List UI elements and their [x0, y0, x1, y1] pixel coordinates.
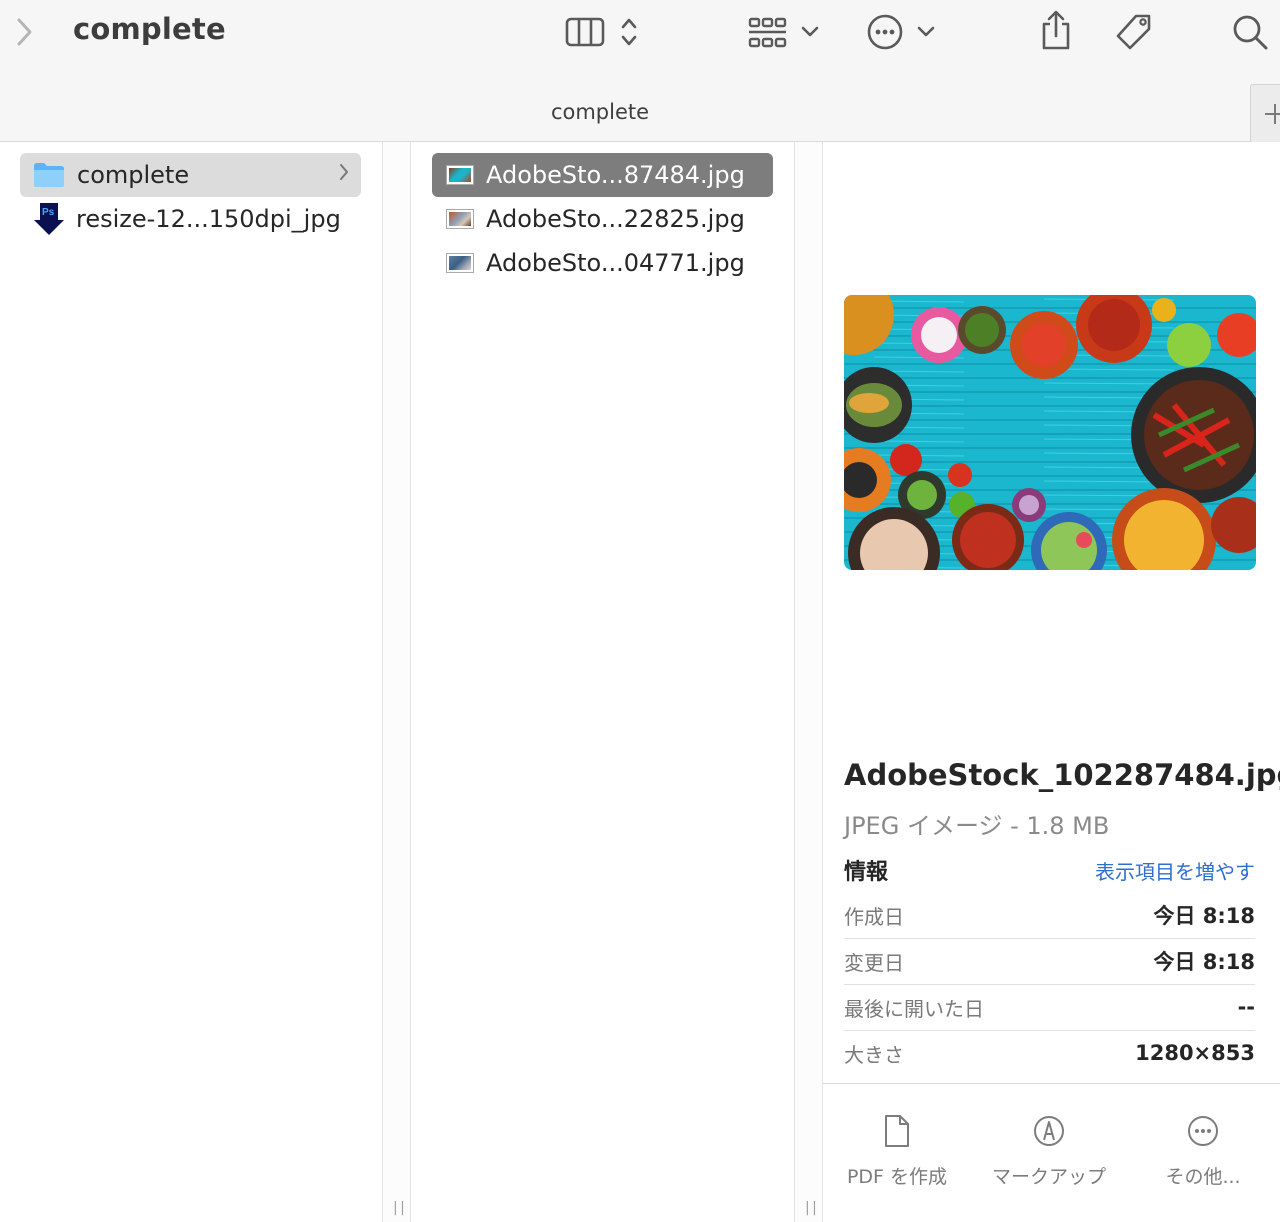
markup-pen-icon — [1034, 1116, 1064, 1146]
column-1: complete Ps resize-12...150dpi_jpg — [0, 142, 382, 1222]
show-more-link[interactable]: 表示項目を増やす — [1095, 856, 1255, 885]
file-name: AdobeSto...04771.jpg — [486, 249, 745, 277]
list-item-label: complete — [77, 161, 190, 189]
svg-text:Ps: Ps — [42, 207, 55, 218]
info-value: 今日 8:18 — [1153, 950, 1255, 974]
photoshop-droplet-icon: Ps — [34, 203, 64, 235]
window-title: complete — [73, 12, 226, 46]
info-row-created: 作成日 今日 8:18 — [844, 892, 1255, 938]
preview-filename: AdobeStock_102287484.jpg — [844, 758, 1280, 792]
image-thumbnail-icon — [446, 209, 474, 229]
markup-button[interactable]: マークアップ — [979, 1114, 1119, 1189]
view-options-updown-icon[interactable] — [616, 14, 642, 50]
more-actions-button[interactable]: その他... — [1133, 1114, 1273, 1189]
file-name: AdobeSto...87484.jpg — [486, 161, 745, 189]
info-key: 変更日 — [844, 950, 904, 975]
column-view-icon[interactable] — [562, 14, 608, 50]
tab-bar: complete — [0, 66, 1280, 142]
info-key: 大きさ — [844, 1042, 904, 1067]
more-icon — [1188, 1116, 1218, 1146]
info-row-dimensions: 大きさ 1280×853 — [844, 1030, 1255, 1076]
file-row[interactable]: AdobeSto...04771.jpg — [432, 241, 773, 285]
divider — [823, 1083, 1280, 1084]
info-value: -- — [1237, 995, 1255, 1019]
back-chevron-icon[interactable] — [10, 14, 38, 50]
file-row[interactable]: AdobeSto...87484.jpg — [432, 153, 773, 197]
share-icon[interactable] — [1036, 8, 1076, 52]
column-divider[interactable]: | | — [382, 142, 411, 1222]
info-value: 今日 8:18 — [1153, 904, 1255, 928]
image-thumbnail-icon — [446, 165, 474, 185]
column-2: AdobeSto...87484.jpg AdobeSto...22825.jp… — [411, 142, 794, 1222]
preview-filetype: JPEG イメージ - 1.8 MB — [844, 812, 1110, 840]
chevron-right-icon — [339, 163, 349, 186]
chevron-down-icon[interactable] — [914, 20, 938, 44]
chevron-down-icon[interactable] — [798, 20, 822, 44]
column-divider[interactable]: | | — [794, 142, 823, 1222]
list-item-complete[interactable]: complete — [20, 153, 361, 197]
preview-image — [844, 295, 1256, 570]
grid-view-icon[interactable] — [744, 12, 790, 52]
info-row-modified: 変更日 今日 8:18 — [844, 938, 1255, 984]
search-icon[interactable] — [1228, 10, 1272, 54]
info-row-last-opened: 最後に開いた日 -- — [844, 984, 1255, 1030]
toolbar: complete — [0, 0, 1280, 66]
folder-icon — [34, 163, 64, 187]
info-value: 1280×853 — [1135, 1041, 1255, 1065]
resize-grip-icon[interactable]: | | — [393, 1200, 405, 1216]
action-label: その他... — [1165, 1166, 1241, 1188]
plus-icon — [1265, 104, 1280, 124]
info-key: 作成日 — [844, 904, 904, 929]
info-heading: 情報 — [844, 860, 889, 885]
file-name: AdobeSto...22825.jpg — [486, 205, 745, 233]
action-more-icon[interactable] — [864, 12, 906, 52]
info-key: 最後に開いた日 — [844, 996, 984, 1021]
tab-complete[interactable]: complete — [480, 100, 720, 124]
image-thumbnail-icon — [446, 253, 474, 273]
list-item-label: resize-12...150dpi_jpg — [76, 205, 341, 233]
tag-icon[interactable] — [1112, 10, 1156, 54]
list-item-droplet[interactable]: Ps resize-12...150dpi_jpg — [20, 197, 361, 241]
create-pdf-button[interactable]: PDF を作成 — [827, 1114, 967, 1189]
action-label: マークアップ — [991, 1166, 1106, 1188]
resize-grip-icon[interactable]: | | — [805, 1200, 817, 1216]
file-row[interactable]: AdobeSto...22825.jpg — [432, 197, 773, 241]
new-tab-button[interactable] — [1250, 84, 1280, 142]
action-label: PDF を作成 — [846, 1166, 948, 1188]
document-icon — [885, 1115, 909, 1147]
preview-pane: AdobeStock_102287484.jpg JPEG イメージ - 1.8… — [823, 142, 1280, 1222]
